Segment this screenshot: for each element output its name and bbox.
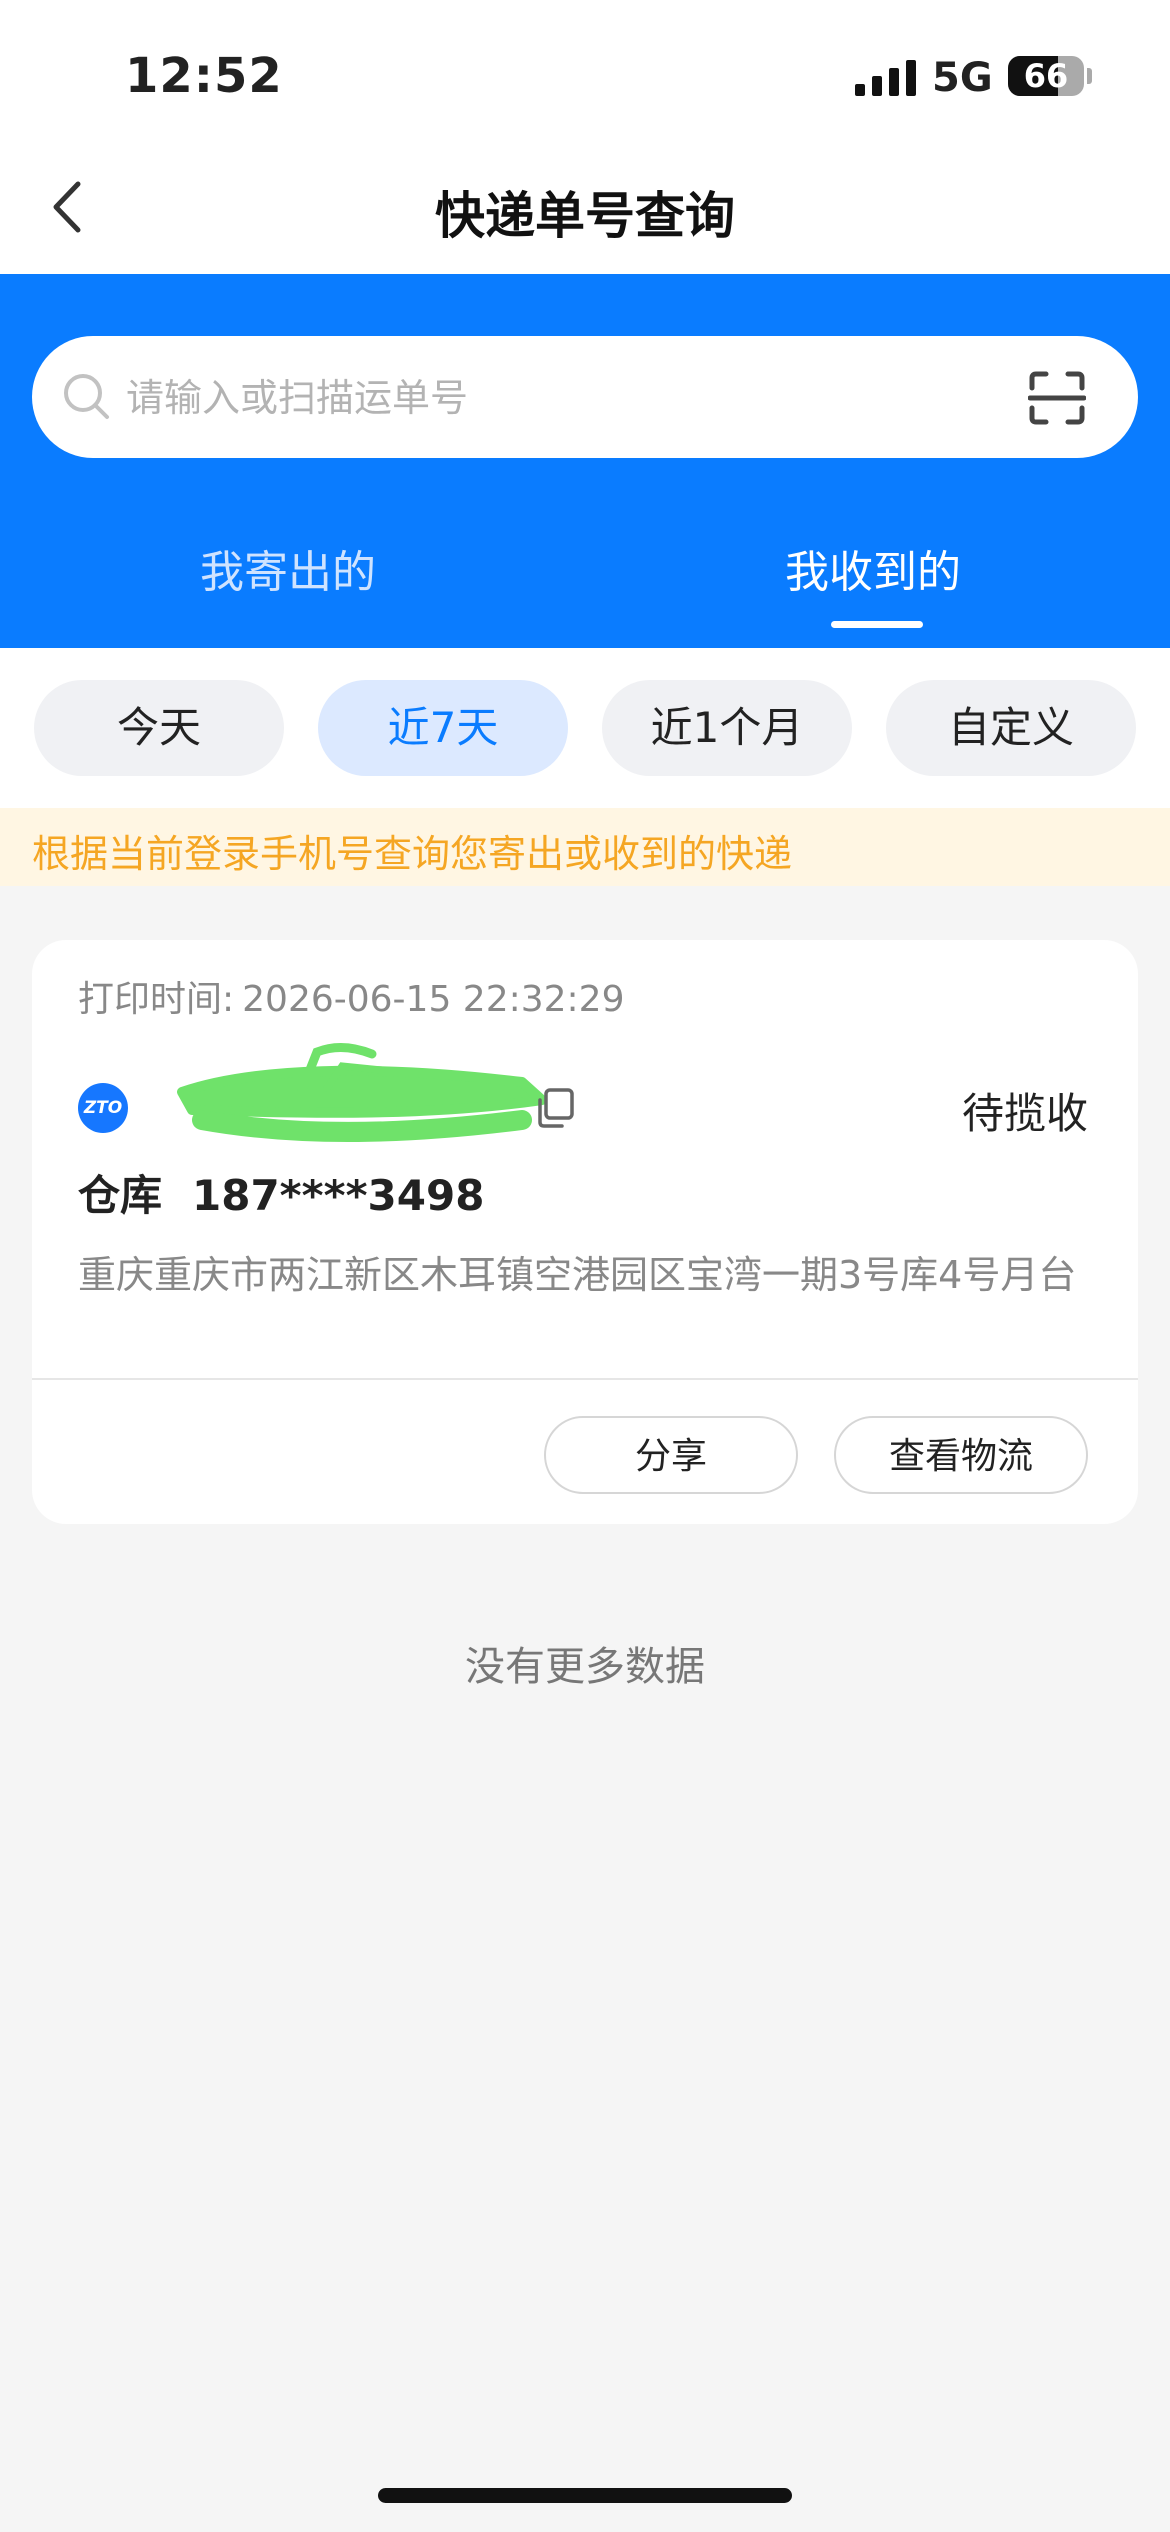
cellular-signal-icon (855, 60, 916, 96)
card-divider (32, 1378, 1138, 1380)
status-bar: 12:52 5G 66 (0, 0, 1170, 150)
filter-custom[interactable]: 自定义 (886, 680, 1136, 776)
receiver-name: 仓库 (78, 1171, 163, 1220)
receiver-info: 仓库 187****3498 (78, 1162, 484, 1223)
header-panel: 我寄出的 我收到的 (0, 274, 1170, 648)
share-button[interactable]: 分享 (544, 1416, 798, 1494)
parcel-card[interactable]: 打印时间: 2026-06-15 22:32:29 ZTO 待揽收 仓库 187**… (32, 940, 1138, 1524)
search-bar (32, 336, 1138, 458)
active-tab-indicator (831, 621, 923, 628)
battery-tip (1087, 68, 1092, 84)
notice-text: 根据当前登录手机号查询您寄出或收到的快递 (32, 832, 793, 876)
zto-logo: ZTO (78, 1083, 128, 1133)
tab-sent[interactable]: 我寄出的 (200, 536, 376, 600)
receiver-address: 重庆重庆市两江新区木耳镇空港园区宝湾一期3号库4号月台 (78, 1253, 1077, 1297)
tracking-number-input[interactable] (124, 360, 1008, 436)
no-more-data-text: 没有更多数据 (465, 1644, 705, 1690)
battery-icon: 66 (1008, 56, 1084, 96)
battery-level: 66 (1023, 57, 1069, 95)
clock: 12:52 (125, 48, 283, 104)
filter-last-month[interactable]: 近1个月 (602, 680, 852, 776)
notice-banner: 根据当前登录手机号查询您寄出或收到的快递 (0, 808, 1170, 886)
date-filter-bar: 今天 近7天 近1个月 自定义 (0, 648, 1170, 808)
print-time-value: 2026-06-15 22:32:29 (242, 979, 625, 1020)
filter-today[interactable]: 今天 (34, 680, 284, 776)
scan-icon[interactable] (1028, 370, 1086, 426)
print-time-label: 打印时间: (78, 979, 235, 1020)
nav-bar: 快递单号查询 (0, 150, 1170, 274)
parcel-status: 待揽收 (961, 1089, 1088, 1138)
filter-last-7-days[interactable]: 近7天 (318, 680, 568, 776)
home-indicator[interactable] (378, 2488, 792, 2503)
search-icon (64, 374, 109, 419)
copy-icon[interactable] (532, 1086, 576, 1130)
redaction-scribble (177, 1043, 547, 1143)
network-type: 5G (932, 55, 993, 101)
receiver-phone: 187****3498 (192, 1171, 485, 1220)
tab-received[interactable]: 我收到的 (785, 536, 961, 600)
page-title: 快递单号查询 (435, 187, 735, 245)
view-logistics-button[interactable]: 查看物流 (834, 1416, 1088, 1494)
print-time: 打印时间: 2026-06-15 22:32:29 (78, 970, 624, 1022)
